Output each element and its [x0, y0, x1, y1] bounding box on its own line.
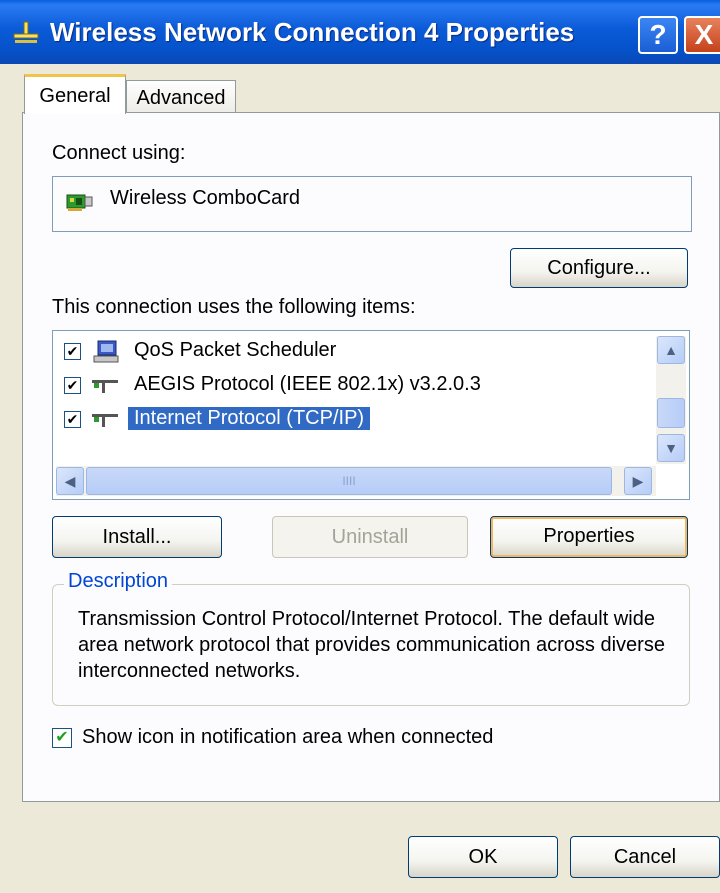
properties-button[interactable]: Properties [490, 516, 688, 558]
scroll-right-button[interactable]: ▶ [624, 467, 652, 495]
horizontal-scroll-thumb[interactable]: IIII [86, 467, 612, 495]
description-title: Description [64, 570, 173, 593]
vertical-scroll-thumb[interactable] [657, 398, 685, 428]
notify-label[interactable]: Show icon in notification area when conn… [82, 726, 493, 749]
scheduler-icon [93, 340, 119, 363]
cancel-button[interactable]: Cancel [570, 836, 720, 878]
notify-checkbox[interactable]: ✔ [52, 728, 72, 748]
scroll-up-button[interactable]: ▲ [657, 336, 685, 364]
window-title: Wireless Network Connection 4 Properties [50, 17, 575, 47]
network-connection-icon [13, 21, 39, 43]
device-name: Wireless ComboCard [110, 187, 301, 209]
close-button[interactable]: X [684, 16, 720, 54]
tab-general[interactable]: General [24, 74, 126, 114]
protocol-icon [92, 414, 118, 427]
network-adapter-icon [66, 194, 93, 211]
item-checkbox[interactable]: ✔ [64, 343, 81, 360]
scroll-left-button[interactable]: ◀ [56, 467, 84, 495]
scroll-down-button[interactable]: ▼ [657, 434, 685, 462]
connect-using-label: Connect using: [52, 142, 186, 164]
uninstall-button[interactable]: Uninstall [272, 516, 468, 558]
properties-dialog: Wireless Network Connection 4 Properties… [0, 0, 720, 893]
items-label: This connection uses the following items… [52, 296, 416, 318]
tab-advanced[interactable]: Advanced [126, 80, 236, 114]
item-checkbox[interactable]: ✔ [64, 411, 81, 428]
description-text: Transmission Control Protocol/Internet P… [78, 608, 665, 682]
item-label: QoS Packet Scheduler [134, 339, 337, 361]
install-button[interactable]: Install... [52, 516, 222, 558]
item-checkbox[interactable]: ✔ [64, 377, 81, 394]
item-label: Internet Protocol (TCP/IP) [128, 407, 371, 430]
protocol-icon [92, 380, 118, 393]
help-button[interactable]: ? [638, 16, 678, 54]
ok-button[interactable]: OK [408, 836, 558, 878]
item-label: AEGIS Protocol (IEEE 802.1x) v3.2.0.3 [134, 373, 481, 395]
title-bar[interactable]: Wireless Network Connection 4 Properties… [0, 0, 720, 64]
configure-button[interactable]: Configure... [510, 248, 688, 288]
